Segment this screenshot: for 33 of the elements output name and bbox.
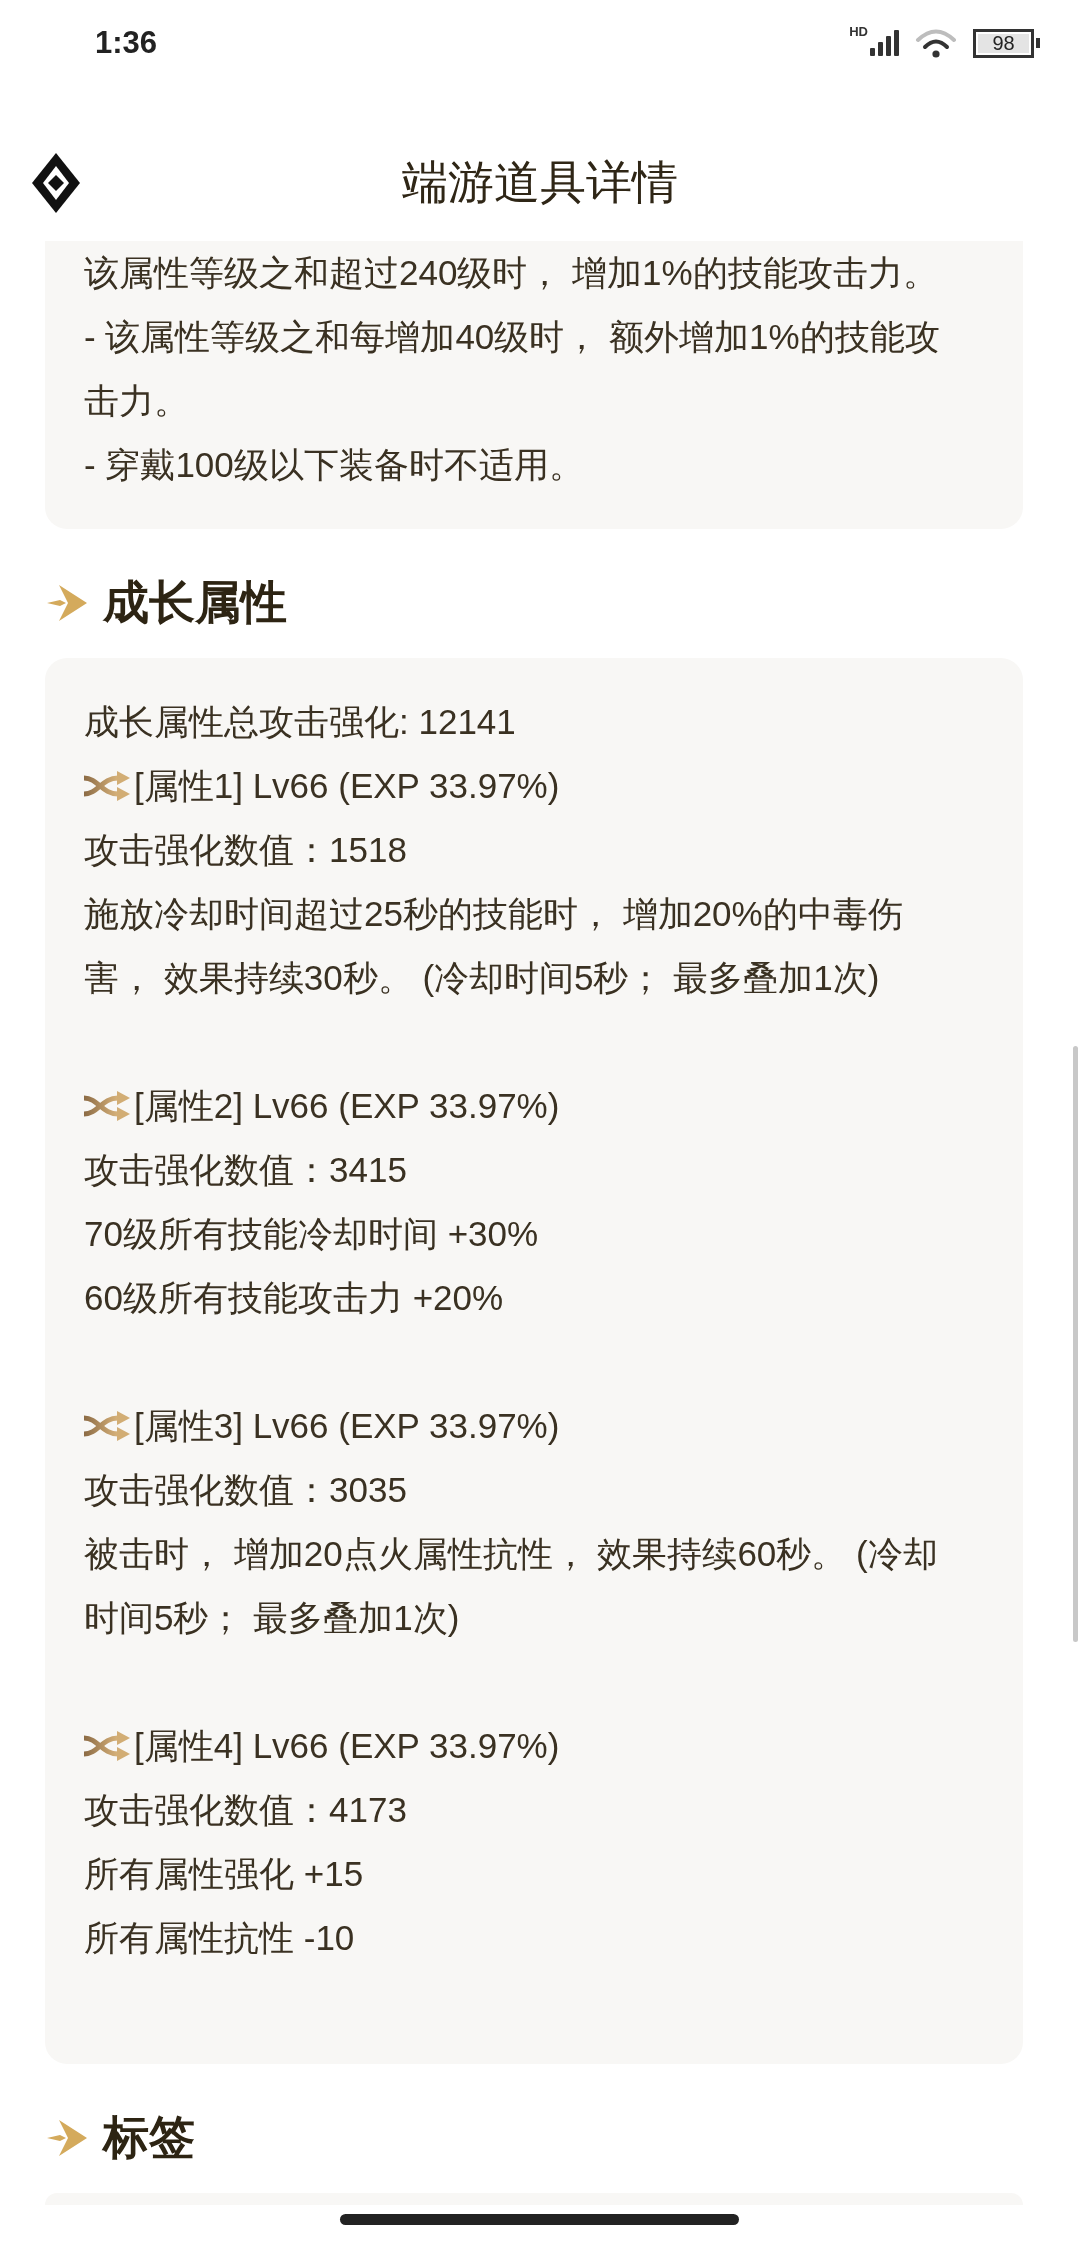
shuffle-icon (84, 1731, 132, 1761)
attribute-name: [属性2] Lv66 (EXP 33.97%) (134, 1085, 560, 1127)
attribute-line: 攻击强化数值：1518 (84, 829, 408, 871)
attribute-summary: 成长属性总攻击强化: 12141 (84, 701, 517, 743)
shuffle-icon (84, 771, 132, 801)
signal-icon (870, 30, 900, 56)
attribute-line: 施放冷却时间超过25秒的技能时， 增加20%的中毒伤害， 效果持续30秒。 (冷却时间5秒； 最多叠加1次) (84, 893, 904, 999)
attribute-name: [属性3] Lv66 (EXP 33.97%) (134, 1405, 560, 1447)
description-text: 该属性等级之和超过240级时， 增加1%的技能攻击力。 (84, 252, 939, 294)
diamond-icon (32, 153, 80, 213)
section-title: 标签 (103, 2110, 195, 2165)
status-time: 1:36 (95, 25, 158, 61)
shuffle-icon (84, 1091, 132, 1121)
shuffle-icon (84, 1411, 132, 1441)
attribute-line: 所有属性抗性 -10 (84, 1917, 356, 1959)
attribute-line: 60级所有技能攻击力 +20% (84, 1277, 505, 1319)
attribute-line: 攻击强化数值：3415 (84, 1149, 408, 1191)
section-title: 成长属性 (103, 575, 287, 630)
arrow-icon (47, 2120, 87, 2156)
description-text: - 穿戴100级以下装备时不适用。 (84, 444, 585, 486)
page-title: 端游道具详情 (402, 155, 678, 211)
attribute-line: 所有属性强化 +15 (84, 1853, 365, 1895)
attribute-line: 被击时， 增加20点火属性抗性， 效果持续60秒。 (冷却时间5秒； 最多叠加1次) (84, 1533, 939, 1639)
attribute-name: [属性1] Lv66 (EXP 33.97%) (134, 765, 560, 807)
attribute-line: 70级所有技能冷却时间 +30% (84, 1213, 540, 1255)
attribute-name: [属性4] Lv66 (EXP 33.97%) (134, 1725, 560, 1767)
network-label: HD (849, 24, 868, 39)
attribute-line: 攻击强化数值：3035 (84, 1469, 408, 1511)
wifi-icon (915, 28, 957, 58)
attribute-line: 攻击强化数值：4173 (84, 1789, 408, 1831)
arrow-icon (47, 585, 87, 621)
battery-indicator: 98 (973, 28, 1040, 58)
description-text: - 该属性等级之和每增加40级时， 额外增加1%的技能攻击力。 (84, 316, 941, 422)
